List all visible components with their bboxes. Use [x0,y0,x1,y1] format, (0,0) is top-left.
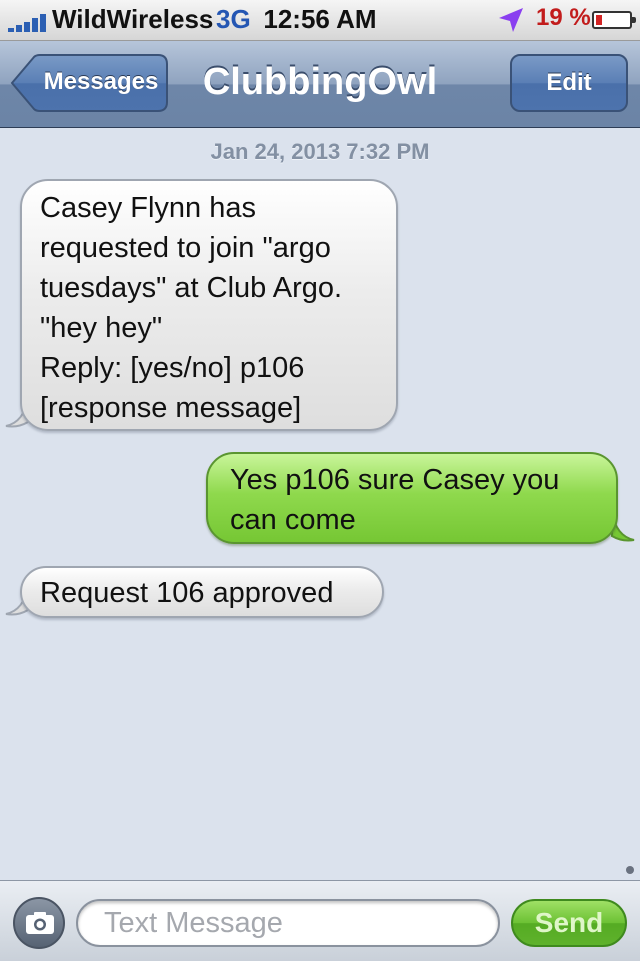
sent-message-bubble[interactable]: Yes p106 sure Casey you can come [206,452,618,544]
battery-icon [592,11,636,29]
message-line: Reply: [yes/no] p106 [40,352,305,384]
send-button[interactable]: Send [511,899,627,947]
message-line: [response message] [40,392,302,424]
message-line: requested to join "argo [40,232,331,264]
message-input-bar: Send [0,880,640,961]
battery-percent: 19 % [536,4,591,31]
message-line: Yes p106 sure Casey you [230,464,560,496]
received-message-bubble[interactable]: Request 106 approved [20,566,384,618]
message-line: "hey hey" [40,312,163,344]
edit-button[interactable]: Edit [510,54,628,112]
message-timestamp: Jan 24, 2013 7:32 PM [210,139,430,164]
scroll-indicator[interactable] [626,866,634,874]
received-message-bubble[interactable]: Casey Flynn has requested to join "argo … [20,179,398,431]
text-message-input[interactable] [76,899,500,947]
message-line: tuesdays" at Club Argo. [40,272,343,304]
message-line: Request 106 approved [40,577,334,609]
status-bar: WildWireless 3G 12:56 AM 19 % [0,0,640,41]
location-arrow-icon [499,8,523,32]
camera-icon [26,912,54,934]
message-line: Casey Flynn has [40,192,256,224]
navigation-bar: Messages ClubbingOwl Edit [0,41,640,128]
message-line: can come [230,504,356,536]
camera-button[interactable] [13,897,65,949]
